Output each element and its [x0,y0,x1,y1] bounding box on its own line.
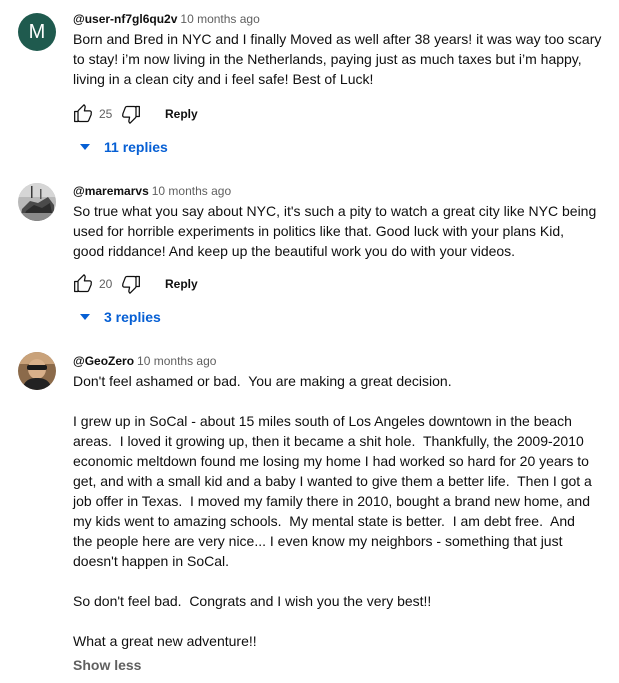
view-replies-button[interactable]: 3 replies [78,306,161,328]
comment-timestamp[interactable]: 10 months ago [137,354,216,368]
comment-author[interactable]: @maremarvs [73,184,149,198]
avatar[interactable] [18,183,56,221]
like-count: 20 [99,277,113,291]
comment-text: Born and Bred in NYC and I finally Moved… [73,31,602,87]
caret-down-icon [80,144,90,150]
dislike-button[interactable] [121,274,141,294]
comment-author[interactable]: @GeoZero [73,354,134,368]
thumb-down-icon [122,275,140,294]
replies-count-label: 11 replies [104,139,168,155]
like-button[interactable] [73,104,93,124]
replies-count-label: 3 replies [104,309,161,325]
dislike-button[interactable] [121,104,141,124]
comment-timestamp[interactable]: 10 months ago [180,12,259,26]
comment-author[interactable]: @user-nf7gl6qu2v [73,12,177,26]
avatar-image [18,183,56,221]
comment-timestamp[interactable]: 10 months ago [152,184,231,198]
thumb-up-icon [74,104,92,123]
comment-text: Don't feel ashamed or bad. You are makin… [73,373,592,649]
comment-text: So true what you say about NYC, it's suc… [73,203,597,259]
show-less-button[interactable]: Show less [73,657,141,673]
reply-button[interactable]: Reply [165,107,198,121]
reply-button[interactable]: Reply [165,277,198,291]
avatar-image [18,352,56,390]
avatar[interactable]: M [18,13,56,51]
like-button[interactable] [73,274,93,294]
view-replies-button[interactable]: 11 replies [78,136,168,158]
avatar[interactable] [18,352,56,390]
caret-down-icon [80,314,90,320]
thumb-up-icon [74,274,92,293]
like-count: 25 [99,107,113,121]
thumb-down-icon [122,105,140,124]
